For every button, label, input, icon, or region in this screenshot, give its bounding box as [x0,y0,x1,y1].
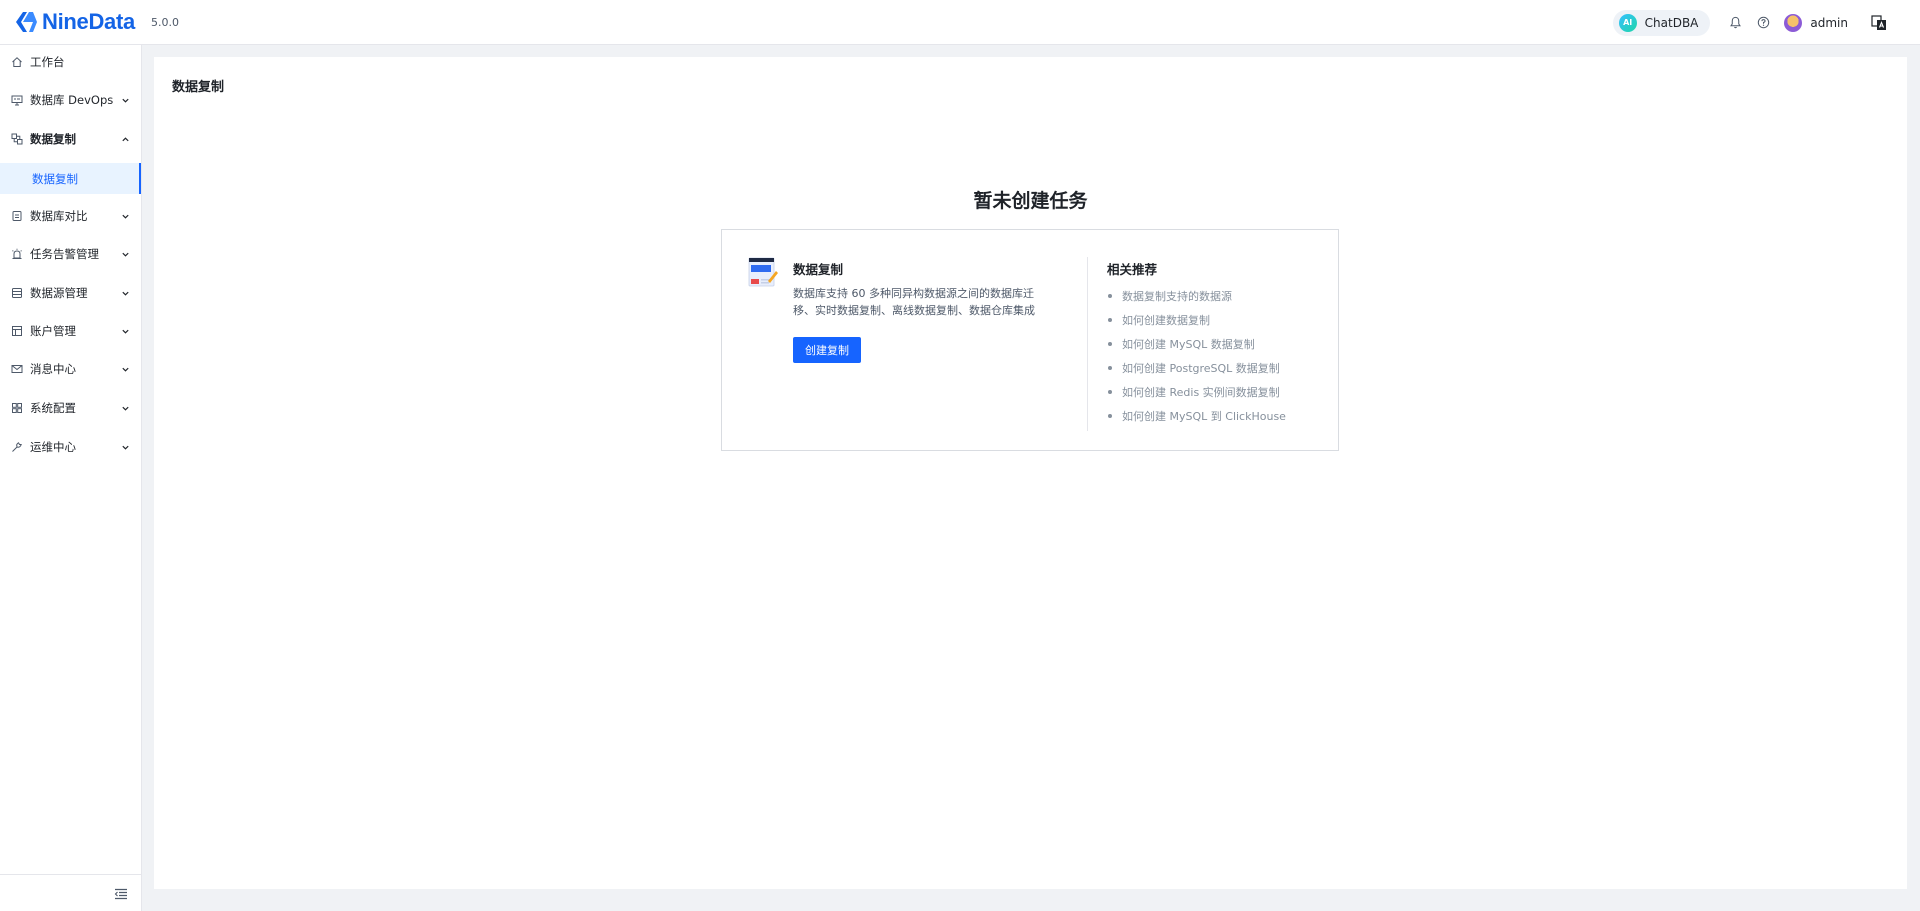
chevron-down-icon [119,402,131,414]
recommend-link[interactable]: 如何创建 PostgreSQL 数据复制 [1107,356,1286,380]
sidebar-item-compare[interactable]: 数据库对比 [0,201,141,231]
bullet-icon [1108,294,1112,298]
sidebar-item-settings[interactable]: 系统配置 [0,393,141,423]
sidebar-item-label: 运维中心 [30,440,76,454]
compare-icon [10,209,24,223]
collapse-sidebar-icon[interactable] [114,887,128,901]
chevron-down-icon [119,248,131,260]
avatar[interactable] [1784,13,1803,32]
chevron-up-icon [119,133,131,145]
replication-illustration-icon [748,257,778,287]
sidebar-item-messages[interactable]: 消息中心 [0,354,141,384]
datasource-icon [10,286,24,300]
recommend-link[interactable]: 如何创建 MySQL 数据复制 [1107,332,1286,356]
alarm-icon [10,247,24,261]
chatdba-label: ChatDBA [1644,15,1699,30]
main-content: 数据复制 暂未创建任务 数据复制 数据库支持 60 多种同异构数据源之间的数据库… [154,57,1907,889]
sidebar-subitem-replication[interactable]: 数据复制 [0,163,141,194]
sidebar-item-label: 数据库对比 [30,209,88,223]
sidebar-item-ops[interactable]: 运维中心 [0,432,141,462]
sidebar-subitem-label: 数据复制 [32,171,78,186]
empty-state-card: 数据复制 数据库支持 60 多种同异构数据源之间的数据库迁移、实时数据复制、离线… [721,229,1339,451]
sidebar-item-label: 数据源管理 [30,286,88,300]
sidebar-item-devops[interactable]: 数据库 DevOps [0,85,141,115]
bullet-icon [1108,390,1112,394]
sidebar-item-datasource[interactable]: 数据源管理 [0,278,141,308]
sidebar-item-label: 消息中心 [30,362,76,376]
ninedata-logo-icon [16,12,37,32]
version-label: 5.0.0 [150,15,179,29]
chevron-down-icon [119,441,131,453]
replication-icon [10,132,24,146]
sidebar-footer-divider [0,874,141,875]
home-icon [10,55,24,69]
header-actions: AI ChatDBA admin [1612,0,1920,45]
sidebar: 工作台 数据库 DevOps 数据复制 数据复制 数据库对比 任务告警管理 数据… [0,45,142,911]
language-switch-icon[interactable] [1870,14,1888,32]
bullet-icon [1108,318,1112,322]
card-divider [1087,257,1088,431]
brand-name: NineData [42,9,135,34]
user-name[interactable]: admin [1810,16,1848,30]
monitor-icon [10,93,24,107]
sidebar-item-label: 工作台 [30,55,65,69]
recommend-link-text[interactable]: 如何创建数据复制 [1122,312,1210,328]
card-description: 数据库支持 60 多种同异构数据源之间的数据库迁移、实时数据复制、离线数据复制、… [793,287,1035,317]
top-header: NineData 5.0.0 AI ChatDBA admin [0,0,1920,45]
card-title: 数据复制 [793,262,844,277]
sidebar-item-workbench[interactable]: 工作台 [0,47,141,77]
chevron-down-icon [119,287,131,299]
chevron-down-icon [119,363,131,375]
help-icon[interactable] [1756,16,1770,30]
recommend-link[interactable]: 如何创建 Redis 实例间数据复制 [1107,380,1286,404]
ai-badge-icon: AI [1618,13,1637,32]
recommend-title: 相关推荐 [1107,262,1158,277]
chevron-down-icon [119,325,131,337]
recommend-link-text[interactable]: 如何创建 Redis 实例间数据复制 [1122,384,1280,400]
recommend-list: 数据复制支持的数据源 如何创建数据复制 如何创建 MySQL 数据复制 如何创建… [1107,284,1286,428]
logo[interactable]: NineData [12,9,135,35]
create-replication-button[interactable]: 创建复制 [793,337,861,363]
bell-icon[interactable] [1728,16,1742,30]
recommend-link[interactable]: 如何创建数据复制 [1107,308,1286,332]
sidebar-item-label: 账户管理 [30,324,76,338]
account-icon [10,324,24,338]
sidebar-item-label: 数据库 DevOps [30,93,114,107]
mail-icon [10,362,24,376]
recommend-link-text[interactable]: 数据复制支持的数据源 [1122,288,1232,304]
chevron-down-icon [119,94,131,106]
recommend-link[interactable]: 数据复制支持的数据源 [1107,284,1286,308]
sidebar-item-account[interactable]: 账户管理 [0,316,141,346]
recommend-link-text[interactable]: 如何创建 MySQL 数据复制 [1122,336,1255,352]
bullet-icon [1108,342,1112,346]
page-title: 数据复制 [172,80,225,95]
wrench-icon [10,440,24,454]
sidebar-item-label: 系统配置 [30,401,76,415]
sidebar-item-label: 任务告警管理 [30,247,99,261]
recommend-link[interactable]: 如何创建 MySQL 到 ClickHouse [1107,404,1286,428]
chevron-down-icon [119,210,131,222]
recommend-link-text[interactable]: 如何创建 MySQL 到 ClickHouse [1122,408,1286,424]
recommend-link-text[interactable]: 如何创建 PostgreSQL 数据复制 [1122,360,1280,376]
sidebar-item-alarm[interactable]: 任务告警管理 [0,239,141,269]
empty-state-title: 暂未创建任务 [973,190,1088,212]
grid-icon [10,401,24,415]
bullet-icon [1108,366,1112,370]
sidebar-item-label: 数据复制 [30,132,76,146]
sidebar-item-replication[interactable]: 数据复制 [0,124,141,154]
bullet-icon [1108,414,1112,418]
chatdba-button[interactable]: AI ChatDBA [1612,9,1711,36]
